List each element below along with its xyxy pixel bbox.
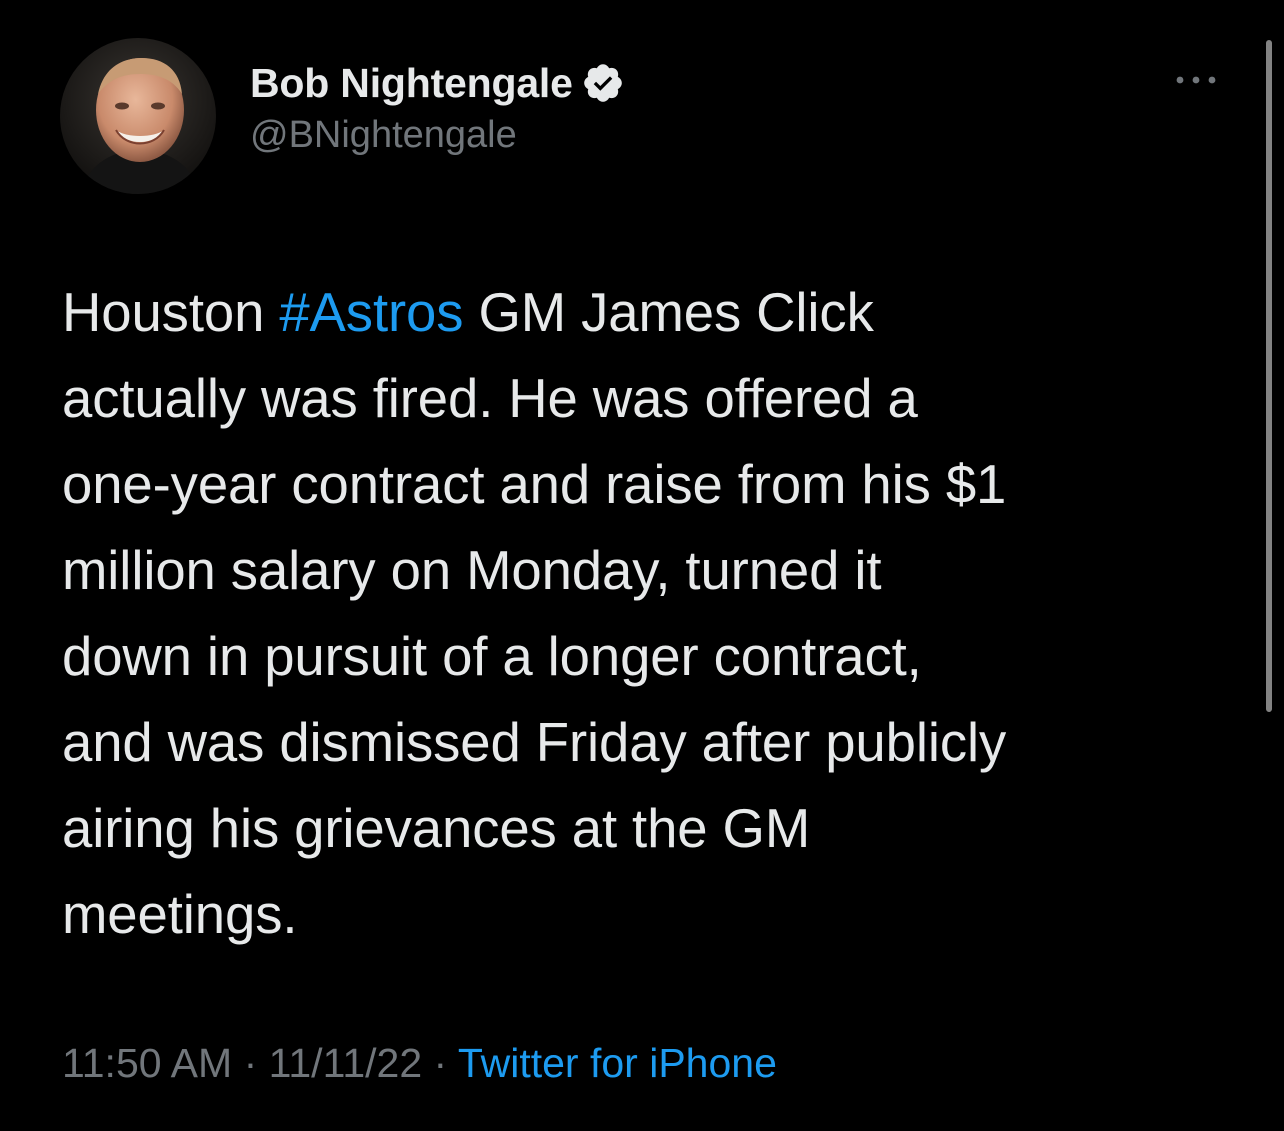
tweet-line: meetings. bbox=[62, 884, 298, 945]
meta-separator: · bbox=[422, 1040, 458, 1086]
tweet-line: million salary on Monday, turned it bbox=[62, 540, 882, 601]
tweet-line: one-year contract and raise from his $1 bbox=[62, 454, 1007, 515]
scrollbar[interactable] bbox=[1266, 40, 1272, 712]
tweet-line: and was dismissed Friday after publicly bbox=[62, 712, 1007, 773]
name-row: Bob Nightengale bbox=[250, 58, 625, 108]
user-handle[interactable]: @BNightengale bbox=[250, 114, 625, 157]
tweet-line: down in pursuit of a longer contract, bbox=[62, 626, 922, 687]
tweet-line: Houston #Astros GM James Click bbox=[62, 270, 1242, 356]
meta-separator: · bbox=[232, 1040, 269, 1086]
avatar[interactable] bbox=[60, 38, 216, 194]
tweet-date[interactable]: 11/11/22 bbox=[269, 1040, 423, 1086]
tweet-meta: 11:50 AM · 11/11/22 · Twitter for iPhone bbox=[62, 1040, 777, 1087]
verified-badge-icon bbox=[581, 61, 625, 105]
tweet-text-segment: Houston bbox=[62, 282, 280, 343]
author-block: Bob Nightengale @BNightengale bbox=[250, 58, 625, 157]
tweet-text-segment: GM James Click bbox=[463, 282, 874, 343]
tweet-source-link[interactable]: Twitter for iPhone bbox=[458, 1040, 777, 1086]
tweet-text: Houston #Astros GM James Click actually … bbox=[62, 270, 1242, 958]
tweet-line: airing his grievances at the GM bbox=[62, 798, 811, 859]
hashtag-link[interactable]: #Astros bbox=[279, 282, 463, 343]
tweet-line: actually was fired. He was offered a bbox=[62, 368, 918, 429]
more-options-icon[interactable] bbox=[1172, 68, 1220, 92]
avatar-photo-icon bbox=[60, 38, 216, 194]
tweet-time[interactable]: 11:50 AM bbox=[62, 1040, 232, 1086]
tweet-card: Bob Nightengale @BNightengale Houston #A… bbox=[0, 0, 1284, 1131]
display-name[interactable]: Bob Nightengale bbox=[250, 60, 573, 107]
